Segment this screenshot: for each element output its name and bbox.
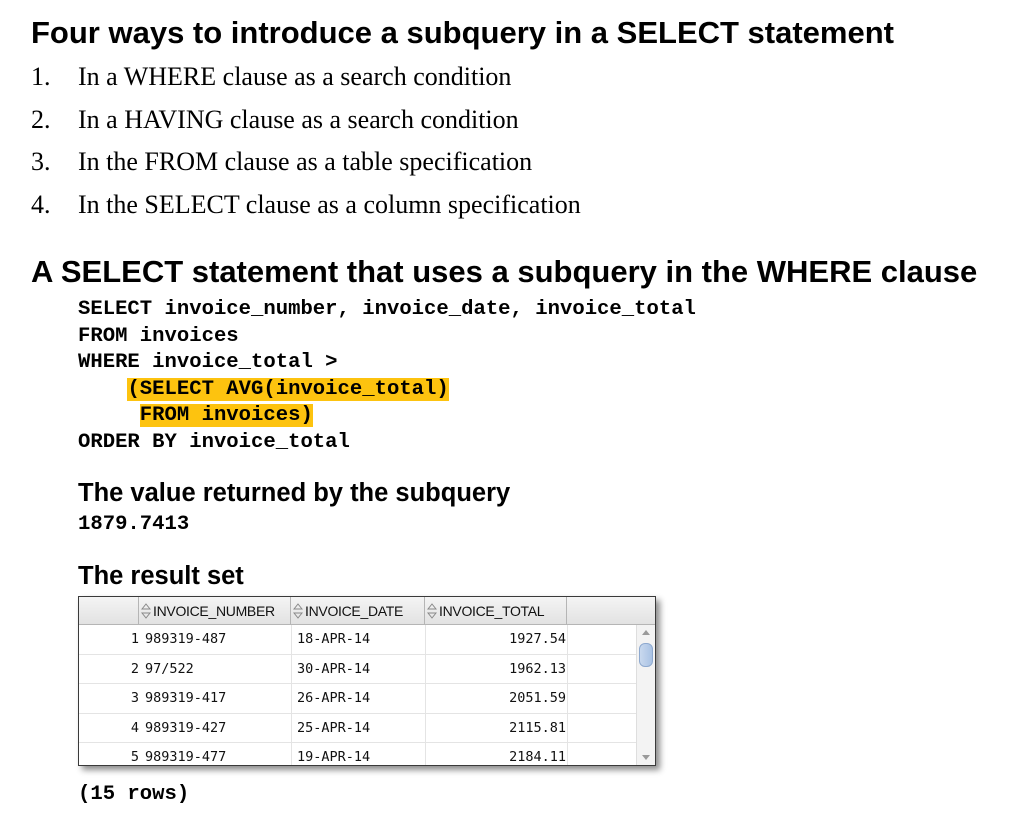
list-item: 1. In a WHERE clause as a search conditi… (31, 58, 581, 101)
heading-four-ways: Four ways to introduce a subquery in a S… (31, 15, 894, 50)
invoice-total-cell[interactable]: 2051.59 (429, 684, 566, 713)
invoice-date-cell[interactable]: 26-APR-14 (297, 684, 370, 713)
invoice-total-cell[interactable]: 1927.54 (429, 625, 566, 654)
list-item-text: In a HAVING clause as a search condition (78, 104, 519, 134)
invoice-number-cell[interactable]: 989319-427 (145, 714, 226, 743)
table-row[interactable]: 1 989319-487 18-APR-14 1927.54 (79, 625, 637, 655)
invoice-number-cell[interactable]: 97/522 (145, 655, 194, 684)
sort-icon[interactable] (293, 602, 303, 619)
invoice-number-cell[interactable]: 989319-487 (145, 625, 226, 654)
result-grid: INVOICE_NUMBER INVOICE_DATE INVOICE_TOTA… (78, 596, 656, 766)
invoice-date-cell[interactable]: 19-APR-14 (297, 743, 370, 765)
column-header-label: INVOICE_TOTAL (439, 602, 545, 619)
heading-result-set: The result set (78, 562, 244, 590)
invoice-total-cell[interactable]: 2184.11 (429, 743, 566, 765)
scroll-thumb[interactable] (639, 643, 653, 667)
grid-rows: 1 989319-487 18-APR-14 1927.54 2 97/522 … (79, 625, 637, 765)
heading-subquery-value: The value returned by the subquery (78, 479, 511, 507)
invoice-total-cell[interactable]: 2115.81 (429, 714, 566, 743)
row-number: 4 (130, 719, 139, 736)
invoice-date-cell[interactable]: 25-APR-14 (297, 714, 370, 743)
invoice-date-cell[interactable]: 18-APR-14 (297, 625, 370, 654)
row-number: 2 (130, 660, 139, 677)
column-header-invoice-total[interactable]: INVOICE_TOTAL (425, 597, 567, 624)
code-line: SELECT invoice_number, invoice_date, inv… (78, 298, 696, 321)
sort-icon[interactable] (141, 602, 151, 619)
table-row[interactable]: 4 989319-427 25-APR-14 2115.81 (79, 714, 637, 743)
list-item-number: 3. (31, 147, 51, 176)
slide: Four ways to introduce a subquery in a S… (0, 0, 1016, 816)
list-item-number: 1. (31, 62, 51, 91)
table-row[interactable]: 5 989319-477 19-APR-14 2184.11 (79, 743, 637, 765)
highlighted-subquery: FROM invoices) (139, 404, 313, 428)
heading-select-statement: A SELECT statement that uses a subquery … (31, 254, 978, 289)
list-item-number: 4. (31, 189, 51, 219)
row-count: (15 rows) (78, 783, 190, 806)
code-line: ORDER BY invoice_total (78, 430, 350, 454)
column-header-label: INVOICE_DATE (305, 602, 404, 619)
list-item-text: In the FROM clause as a table specificat… (78, 147, 533, 176)
list-item: 4. In the SELECT clause as a column spec… (31, 186, 581, 229)
list-item-text: In a WHERE clause as a search condition (78, 62, 512, 91)
highlighted-subquery: (SELECT AVG(invoice_total) (127, 377, 449, 401)
code-line: FROM invoices (78, 324, 239, 348)
invoice-number-cell[interactable]: 989319-477 (145, 743, 226, 765)
subquery-value: 1879.7413 (78, 513, 190, 536)
code-line: (SELECT AVG(invoice_total) (78, 377, 696, 404)
table-row[interactable]: 2 97/522 30-APR-14 1962.13 (79, 655, 637, 684)
row-number: 5 (130, 749, 139, 765)
list-item-text: In the SELECT clause as a column specifi… (78, 189, 581, 219)
list-item: 2. In a HAVING clause as a search condit… (31, 101, 581, 144)
invoice-total-cell[interactable]: 1962.13 (429, 655, 566, 684)
code-line: WHERE invoice_total > (78, 351, 338, 375)
invoice-date-cell[interactable]: 30-APR-14 (297, 655, 370, 684)
sql-code-block: SELECT invoice_number, invoice_date, inv… (78, 297, 696, 457)
grid-header: INVOICE_NUMBER INVOICE_DATE INVOICE_TOTA… (79, 597, 655, 625)
table-row[interactable]: 3 989319-417 26-APR-14 2051.59 (79, 684, 637, 714)
scroll-down-icon[interactable] (642, 755, 650, 760)
column-header-label: INVOICE_NUMBER (153, 602, 275, 619)
scroll-up-icon[interactable] (642, 630, 650, 635)
list-item-number: 2. (31, 104, 51, 134)
sort-icon[interactable] (427, 602, 437, 619)
vertical-scrollbar[interactable] (636, 625, 655, 765)
row-number-header (79, 597, 139, 624)
list-item: 3. In the FROM clause as a table specifi… (31, 143, 581, 186)
row-number: 1 (130, 631, 139, 647)
row-number: 3 (130, 690, 139, 706)
column-header-invoice-number[interactable]: INVOICE_NUMBER (139, 597, 291, 624)
code-line: FROM invoices) (78, 403, 696, 430)
invoice-number-cell[interactable]: 989319-417 (145, 684, 226, 713)
column-header-invoice-date[interactable]: INVOICE_DATE (291, 597, 425, 624)
ways-list: 1. In a WHERE clause as a search conditi… (31, 58, 581, 228)
